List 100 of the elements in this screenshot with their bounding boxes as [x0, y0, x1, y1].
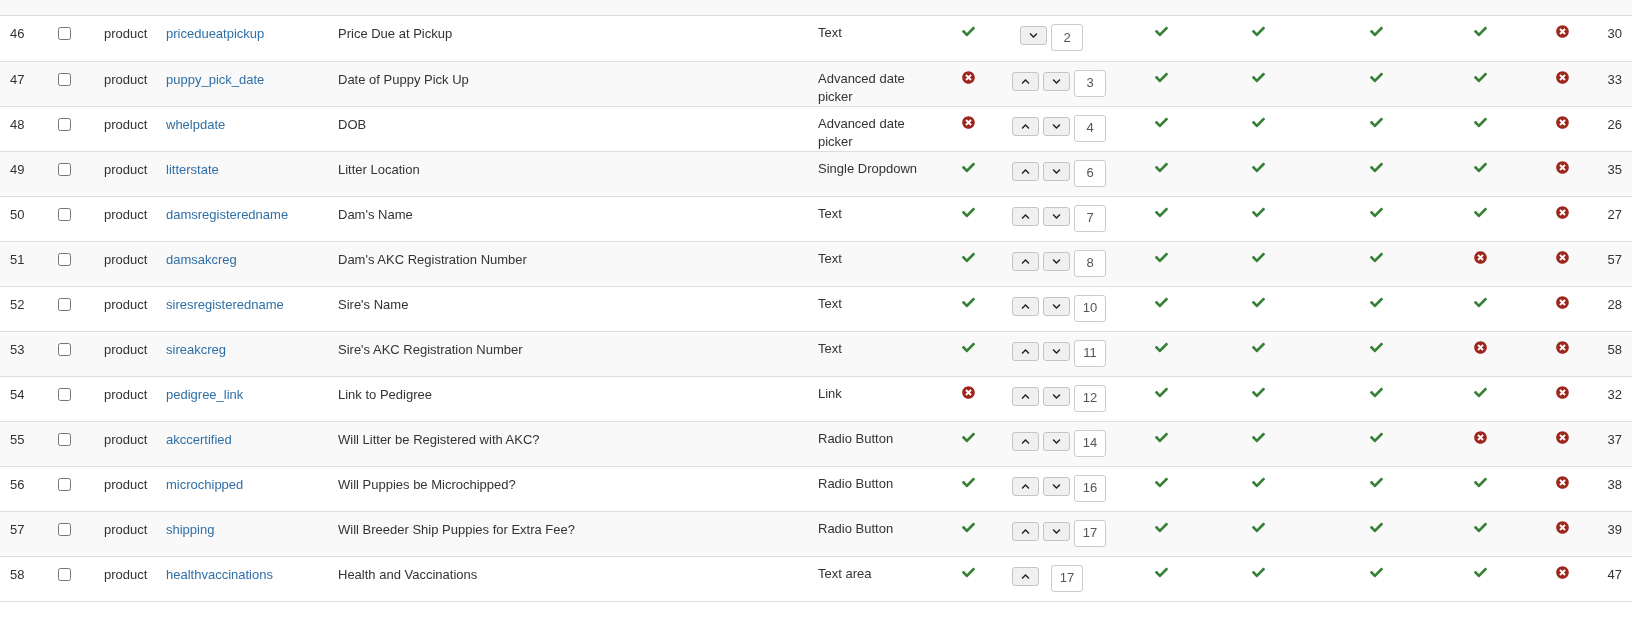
order-input[interactable]: 16 — [1074, 474, 1106, 502]
check-icon[interactable] — [1252, 250, 1265, 264]
check-icon[interactable] — [1370, 160, 1383, 174]
check-icon[interactable] — [1474, 70, 1487, 84]
move-up-button[interactable] — [1012, 386, 1039, 406]
move-up-button[interactable] — [1012, 116, 1039, 136]
order-input[interactable]: 11 — [1074, 339, 1106, 367]
move-up-button[interactable] — [1012, 71, 1039, 91]
check-icon[interactable] — [962, 295, 975, 309]
order-input[interactable]: 7 — [1074, 204, 1106, 232]
move-down-button[interactable] — [1043, 71, 1070, 91]
field-name-link[interactable]: whelpdate — [166, 116, 226, 132]
row-checkbox[interactable] — [58, 252, 71, 266]
check-icon[interactable] — [1370, 115, 1383, 129]
move-down-button[interactable] — [1043, 251, 1070, 271]
check-icon[interactable] — [1474, 520, 1487, 534]
row-checkbox[interactable] — [58, 162, 71, 176]
move-down-button[interactable] — [1043, 521, 1070, 541]
field-name-link[interactable]: shipping — [166, 521, 215, 537]
check-icon[interactable] — [1155, 295, 1168, 309]
check-icon[interactable] — [1252, 160, 1265, 174]
check-icon[interactable] — [1252, 385, 1265, 399]
move-down-button[interactable] — [1043, 206, 1070, 226]
check-icon[interactable] — [1155, 205, 1168, 219]
move-down-button[interactable] — [1043, 431, 1070, 451]
move-up-button[interactable] — [1012, 296, 1039, 316]
move-down-button[interactable] — [1043, 386, 1070, 406]
move-down-button[interactable] — [1043, 161, 1070, 181]
check-icon[interactable] — [1252, 340, 1265, 354]
field-name-link[interactable]: puppy_pick_date — [166, 71, 265, 87]
order-input[interactable]: 12 — [1074, 384, 1106, 412]
row-checkbox[interactable] — [58, 297, 71, 311]
order-input[interactable]: 17 — [1051, 564, 1083, 592]
check-icon[interactable] — [1155, 475, 1168, 489]
move-up-button[interactable] — [1012, 161, 1039, 181]
check-icon[interactable] — [962, 25, 975, 38]
check-icon[interactable] — [962, 205, 975, 219]
move-up-button[interactable] — [1012, 251, 1039, 271]
row-checkbox[interactable] — [58, 567, 71, 581]
order-input[interactable]: 14 — [1074, 429, 1106, 457]
field-name-link[interactable]: damsakcreg — [166, 251, 237, 267]
move-down-button[interactable] — [1043, 341, 1070, 361]
check-icon[interactable] — [1252, 520, 1265, 534]
check-icon[interactable] — [1474, 565, 1487, 579]
check-icon[interactable] — [1370, 430, 1383, 444]
check-icon[interactable] — [1252, 25, 1265, 38]
move-up-button[interactable] — [1012, 341, 1039, 361]
check-icon[interactable] — [1370, 25, 1383, 38]
check-icon[interactable] — [1370, 385, 1383, 399]
check-icon[interactable] — [1155, 25, 1168, 38]
check-icon[interactable] — [1155, 520, 1168, 534]
order-input[interactable]: 6 — [1074, 159, 1106, 187]
check-icon[interactable] — [1155, 70, 1168, 84]
order-input[interactable]: 17 — [1074, 519, 1106, 547]
row-checkbox[interactable] — [58, 72, 71, 86]
row-checkbox[interactable] — [58, 342, 71, 356]
row-checkbox[interactable] — [58, 117, 71, 131]
check-icon[interactable] — [1252, 565, 1265, 579]
check-icon[interactable] — [1252, 115, 1265, 129]
move-down-button[interactable] — [1043, 476, 1070, 496]
row-checkbox[interactable] — [58, 387, 71, 401]
check-icon[interactable] — [962, 565, 975, 579]
check-icon[interactable] — [1252, 295, 1265, 309]
check-icon[interactable] — [1252, 70, 1265, 84]
check-icon[interactable] — [1252, 205, 1265, 219]
move-up-button[interactable] — [1012, 206, 1039, 226]
check-icon[interactable] — [1474, 385, 1487, 399]
check-icon[interactable] — [962, 430, 975, 444]
field-name-link[interactable]: pedigree_link — [166, 386, 244, 402]
order-input[interactable]: 3 — [1074, 69, 1106, 97]
check-icon[interactable] — [1370, 70, 1383, 84]
field-name-link[interactable]: microchipped — [166, 476, 244, 492]
check-icon[interactable] — [962, 520, 975, 534]
move-down-button[interactable] — [1043, 296, 1070, 316]
check-icon[interactable] — [1474, 205, 1487, 219]
order-input[interactable]: 4 — [1074, 114, 1106, 142]
check-icon[interactable] — [1370, 340, 1383, 354]
check-icon[interactable] — [1370, 520, 1383, 534]
field-name-link[interactable]: akccertified — [166, 431, 232, 447]
check-icon[interactable] — [1474, 160, 1487, 174]
field-name-link[interactable]: siresregisteredname — [166, 296, 284, 312]
field-name-link[interactable]: sireakcreg — [166, 341, 226, 357]
check-icon[interactable] — [1155, 385, 1168, 399]
check-icon[interactable] — [1155, 160, 1168, 174]
field-name-link[interactable]: litterstate — [166, 161, 219, 177]
move-up-button[interactable] — [1012, 431, 1039, 451]
field-name-link[interactable]: damsregisteredname — [166, 206, 289, 222]
row-checkbox[interactable] — [58, 27, 71, 40]
order-input[interactable]: 10 — [1074, 294, 1106, 322]
check-icon[interactable] — [1252, 430, 1265, 444]
check-icon[interactable] — [1474, 25, 1487, 38]
check-icon[interactable] — [1252, 475, 1265, 489]
check-icon[interactable] — [1370, 565, 1383, 579]
field-name-link[interactable]: pricedueatpickup — [166, 26, 265, 41]
move-up-button[interactable] — [1012, 566, 1039, 586]
row-checkbox[interactable] — [58, 432, 71, 446]
move-up-button[interactable] — [1012, 476, 1039, 496]
check-icon[interactable] — [962, 475, 975, 489]
move-up-button[interactable] — [1012, 521, 1039, 541]
check-icon[interactable] — [1474, 295, 1487, 309]
